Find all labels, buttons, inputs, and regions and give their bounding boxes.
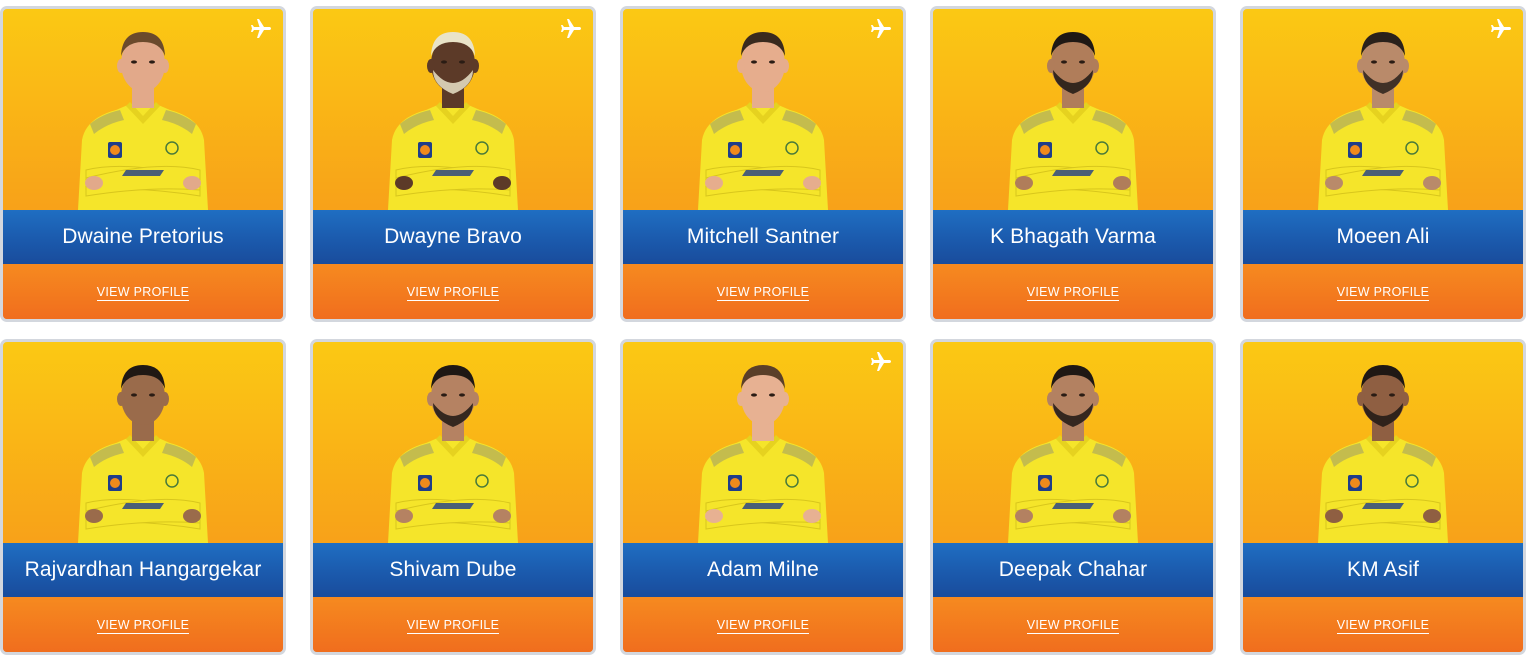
view-profile-band: VIEW PROFILE [623, 597, 903, 652]
view-profile-link[interactable]: VIEW PROFILE [96, 285, 190, 301]
player-name: Moeen Ali [1336, 225, 1430, 248]
player-photo-area [3, 342, 283, 543]
player-photo [388, 32, 518, 210]
view-profile-link[interactable]: VIEW PROFILE [1336, 285, 1430, 301]
player-name-band: KM Asif [1243, 543, 1523, 597]
player-photo [1318, 32, 1448, 210]
player-photo [1008, 365, 1138, 543]
player-name: Rajvardhan Hangargekar [24, 558, 262, 581]
player-name: KM Asif [1347, 558, 1419, 581]
player-card[interactable]: Dwayne Bravo VIEW PROFILE [310, 6, 596, 322]
player-photo [698, 365, 828, 543]
player-photo-area [313, 9, 593, 210]
player-name-band: Dwaine Pretorius [3, 210, 283, 264]
player-name-band: Moeen Ali [1243, 210, 1523, 264]
view-profile-band: VIEW PROFILE [933, 264, 1213, 319]
player-name: Mitchell Santner [686, 225, 840, 248]
player-name-band: Mitchell Santner [623, 210, 903, 264]
view-profile-band: VIEW PROFILE [933, 597, 1213, 652]
player-name-band: Adam Milne [623, 543, 903, 597]
player-name-band: K Bhagath Varma [933, 210, 1213, 264]
player-photo-area [933, 9, 1213, 210]
view-profile-link[interactable]: VIEW PROFILE [1026, 618, 1120, 634]
player-name: Dwaine Pretorius [62, 225, 224, 248]
player-card[interactable]: Dwaine Pretorius VIEW PROFILE [0, 6, 286, 322]
player-name-band: Rajvardhan Hangargekar [3, 543, 283, 597]
airplane-icon [1491, 19, 1511, 38]
player-photo-area [313, 342, 593, 543]
view-profile-link[interactable]: VIEW PROFILE [1026, 285, 1120, 301]
player-name: K Bhagath Varma [990, 225, 1156, 248]
view-profile-link[interactable]: VIEW PROFILE [1336, 618, 1430, 634]
player-card[interactable]: Adam Milne VIEW PROFILE [620, 339, 906, 655]
player-name: Deepak Chahar [998, 558, 1148, 581]
player-photo-area [3, 9, 283, 210]
view-profile-band: VIEW PROFILE [3, 264, 283, 319]
player-photo-area [1243, 342, 1523, 543]
player-card[interactable]: Rajvardhan Hangargekar VIEW PROFILE [0, 339, 286, 655]
view-profile-link[interactable]: VIEW PROFILE [716, 618, 810, 634]
player-photo [1008, 32, 1138, 210]
view-profile-link[interactable]: VIEW PROFILE [96, 618, 190, 634]
player-photo-area [623, 9, 903, 210]
airplane-icon [561, 19, 581, 38]
airplane-icon [871, 19, 891, 38]
player-name-band: Dwayne Bravo [313, 210, 593, 264]
player-name: Adam Milne [707, 558, 819, 581]
player-grid: Dwaine Pretorius VIEW PROFILE Dwayne Bra… [0, 0, 1532, 659]
player-card[interactable]: KM Asif VIEW PROFILE [1240, 339, 1526, 655]
player-card[interactable]: Mitchell Santner VIEW PROFILE [620, 6, 906, 322]
player-photo [1318, 365, 1448, 543]
player-card[interactable]: Deepak Chahar VIEW PROFILE [930, 339, 1216, 655]
player-card[interactable]: Moeen Ali VIEW PROFILE [1240, 6, 1526, 322]
player-photo-area [623, 342, 903, 543]
player-photo [388, 365, 518, 543]
player-name: Dwayne Bravo [384, 225, 522, 248]
view-profile-band: VIEW PROFILE [313, 264, 593, 319]
player-photo [78, 32, 208, 210]
view-profile-link[interactable]: VIEW PROFILE [406, 285, 500, 301]
player-name-band: Shivam Dube [313, 543, 593, 597]
view-profile-band: VIEW PROFILE [1243, 264, 1523, 319]
player-photo [78, 365, 208, 543]
view-profile-band: VIEW PROFILE [1243, 597, 1523, 652]
view-profile-band: VIEW PROFILE [3, 597, 283, 652]
player-card[interactable]: K Bhagath Varma VIEW PROFILE [930, 6, 1216, 322]
player-card[interactable]: Shivam Dube VIEW PROFILE [310, 339, 596, 655]
airplane-icon [871, 352, 891, 371]
player-photo [698, 32, 828, 210]
view-profile-link[interactable]: VIEW PROFILE [716, 285, 810, 301]
player-name: Shivam Dube [389, 558, 517, 581]
player-photo-area [1243, 9, 1523, 210]
view-profile-band: VIEW PROFILE [313, 597, 593, 652]
view-profile-band: VIEW PROFILE [623, 264, 903, 319]
view-profile-link[interactable]: VIEW PROFILE [406, 618, 500, 634]
airplane-icon [251, 19, 271, 38]
player-name-band: Deepak Chahar [933, 543, 1213, 597]
player-photo-area [933, 342, 1213, 543]
